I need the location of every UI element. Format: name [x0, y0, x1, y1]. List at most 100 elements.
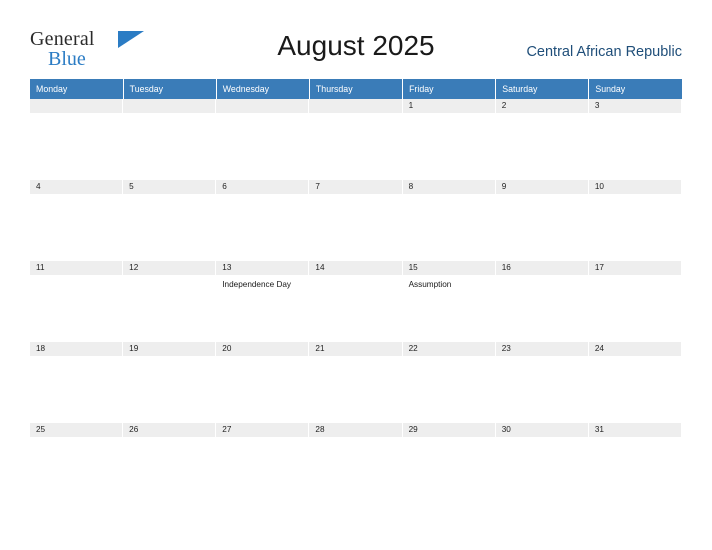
day-number: 20 [216, 342, 310, 356]
day-event [496, 113, 589, 117]
calendar-day-cell[interactable]: 8 [402, 180, 496, 261]
day-number: 17 [588, 261, 682, 275]
calendar-day-cell[interactable]: 15 Assumption [402, 261, 496, 342]
weekday-header-saturday: Saturday [495, 79, 590, 99]
day-event [589, 437, 682, 441]
day-event [309, 275, 402, 279]
calendar-day-cell[interactable] [30, 99, 124, 180]
calendar-day-cell[interactable]: 3 [588, 99, 682, 180]
day-number: 16 [495, 261, 589, 275]
day-event [589, 194, 682, 198]
weekday-header-sunday: Sunday [588, 79, 682, 99]
day-event [589, 356, 682, 360]
day-number: 10 [588, 180, 682, 194]
day-number: 18 [30, 342, 124, 356]
day-event: Assumption [408, 280, 452, 289]
calendar-week-row: 11 12 13 Independence Day 14 15 Assumption… [30, 261, 682, 342]
day-number: 24 [588, 342, 682, 356]
day-number: 28 [309, 423, 403, 437]
day-event [30, 113, 123, 117]
weekday-header-tuesday: Tuesday [123, 79, 217, 99]
day-number: 1 [402, 99, 496, 113]
day-event [123, 437, 216, 441]
calendar-week-row: 1 2 3 [30, 99, 682, 180]
calendar-day-cell[interactable]: 7 [309, 180, 403, 261]
calendar-day-cell[interactable]: 31 [588, 423, 682, 504]
day-event [403, 356, 496, 360]
calendar-day-cell[interactable]: 19 [123, 342, 217, 423]
day-number: 12 [123, 261, 217, 275]
calendar-day-cell[interactable]: 24 [588, 342, 682, 423]
calendar-day-cell[interactable]: 29 [402, 423, 496, 504]
weekday-header-monday: Monday [30, 79, 124, 99]
calendar-day-cell[interactable] [309, 99, 403, 180]
calendar-day-cell[interactable]: 4 [30, 180, 124, 261]
page-header: General Blue August 2025 Central African… [0, 0, 712, 78]
day-number [309, 99, 403, 113]
day-number [123, 99, 217, 113]
day-number: 3 [588, 99, 682, 113]
day-event [123, 356, 216, 360]
calendar-day-cell[interactable]: 27 [216, 423, 310, 504]
day-number: 23 [495, 342, 589, 356]
weekday-header-friday: Friday [402, 79, 497, 99]
day-number: 27 [216, 423, 310, 437]
day-number: 9 [495, 180, 589, 194]
calendar-page: General Blue August 2025 Central African… [0, 0, 712, 550]
calendar-day-cell[interactable]: 1 [402, 99, 496, 180]
day-event [216, 356, 309, 360]
day-number: 15 [402, 261, 496, 275]
calendar-day-cell[interactable]: 5 [123, 180, 217, 261]
day-event [309, 437, 402, 441]
calendar-day-cell[interactable]: 30 [495, 423, 589, 504]
day-event [589, 275, 682, 279]
day-event [309, 194, 402, 198]
calendar-day-cell[interactable]: 16 [495, 261, 589, 342]
weekday-header-wednesday: Wednesday [216, 79, 310, 99]
day-event [123, 194, 216, 198]
day-event [123, 275, 216, 279]
calendar-day-cell[interactable]: 2 [495, 99, 589, 180]
day-number: 29 [402, 423, 496, 437]
calendar-day-cell[interactable]: 21 [309, 342, 403, 423]
day-event [30, 356, 123, 360]
calendar-day-cell[interactable]: 6 [216, 180, 310, 261]
calendar-day-cell[interactable]: 11 [30, 261, 124, 342]
day-number: 31 [588, 423, 682, 437]
calendar-day-cell[interactable]: 20 [216, 342, 310, 423]
calendar-day-cell[interactable]: 13 Independence Day [216, 261, 310, 342]
day-number [216, 99, 310, 113]
day-event [123, 113, 216, 117]
calendar-day-cell[interactable]: 25 [30, 423, 124, 504]
day-event [496, 275, 589, 279]
calendar-day-cell[interactable]: 17 [588, 261, 682, 342]
calendar-day-cell[interactable]: 26 [123, 423, 217, 504]
calendar-week-row: 25 26 27 28 29 30 31 [30, 423, 682, 504]
day-number: 4 [30, 180, 124, 194]
day-number: 25 [30, 423, 124, 437]
day-event [309, 356, 402, 360]
day-event [30, 194, 123, 198]
day-event [216, 113, 309, 117]
day-number: 26 [123, 423, 217, 437]
calendar-day-cell[interactable]: 23 [495, 342, 589, 423]
calendar-day-cell[interactable]: 28 [309, 423, 403, 504]
calendar-day-cell[interactable]: 18 [30, 342, 124, 423]
day-event [309, 113, 402, 117]
calendar-day-cell[interactable]: 10 [588, 180, 682, 261]
day-number: 2 [495, 99, 589, 113]
weekday-header-row: Monday Tuesday Wednesday Thursday Friday… [30, 79, 682, 99]
calendar-day-cell[interactable]: 9 [495, 180, 589, 261]
calendar-day-cell[interactable] [123, 99, 217, 180]
day-event [589, 113, 682, 117]
calendar-day-cell[interactable]: 12 [123, 261, 217, 342]
day-number: 5 [123, 180, 217, 194]
day-number: 13 [216, 261, 310, 275]
day-event [403, 437, 496, 441]
calendar-day-cell[interactable] [216, 99, 310, 180]
day-event [30, 437, 123, 441]
calendar-day-cell[interactable]: 14 [309, 261, 403, 342]
calendar-day-cell[interactable]: 22 [402, 342, 496, 423]
day-number: 8 [402, 180, 496, 194]
day-number: 19 [123, 342, 217, 356]
